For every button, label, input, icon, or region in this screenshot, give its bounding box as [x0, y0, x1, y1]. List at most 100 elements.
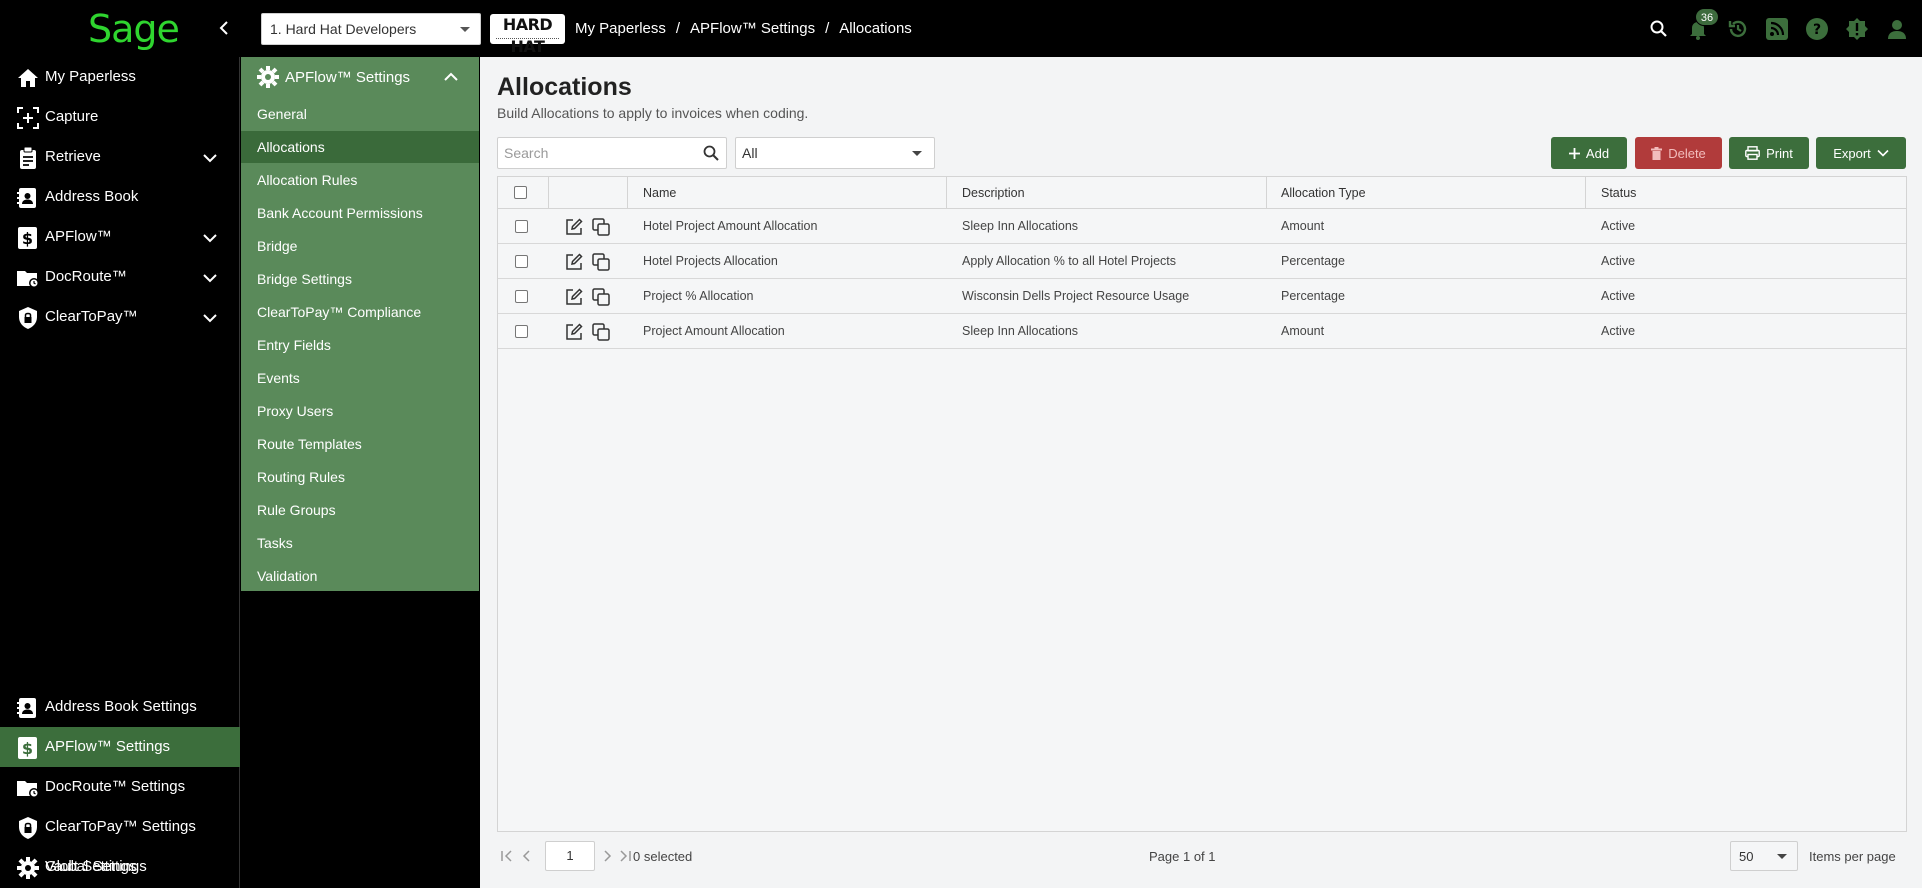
sidebar-item-label: Retrieve [45, 148, 101, 165]
gear-icon [16, 856, 40, 880]
sidebar-item-label: DocRoute™ [45, 268, 127, 285]
subnav-item-routing-rules[interactable]: Routing Rules [241, 461, 479, 493]
chevron-down-icon [1877, 149, 1889, 157]
export-button[interactable]: Export [1816, 137, 1906, 169]
last-page-icon[interactable] [617, 848, 633, 864]
sidebar-item-cleartopay[interactable]: ClearToPay™ [0, 297, 240, 337]
select-all-checkbox[interactable] [514, 186, 527, 199]
next-page-icon[interactable] [599, 848, 615, 864]
sidebar-item-cleartopay-settings[interactable]: ClearToPay™ Settings [0, 807, 240, 847]
rss-icon[interactable] [1765, 17, 1789, 41]
table-row[interactable]: Hotel Project Amount Allocation Sleep In… [498, 209, 1906, 244]
table-row[interactable]: Hotel Projects Allocation Apply Allocati… [498, 244, 1906, 279]
subnav-item-entry-fields[interactable]: Entry Fields [241, 329, 479, 361]
subnav-item-route-templates[interactable]: Route Templates [241, 428, 479, 460]
sidebar-item-retrieve[interactable]: Retrieve [0, 137, 240, 177]
sidebar-item-my-paperless[interactable]: My Paperless [0, 57, 240, 97]
cell-name: Project % Allocation [643, 289, 754, 303]
chevron-down-icon[interactable] [202, 150, 218, 166]
subnav-item-tasks[interactable]: Tasks [241, 527, 479, 559]
sidebar-item-label: DocRoute™ Settings [45, 778, 186, 795]
edit-icon[interactable] [564, 287, 584, 307]
subnav-item-rule-groups[interactable]: Rule Groups [241, 494, 479, 526]
column-header-description[interactable]: Description [962, 186, 1025, 200]
company-logo-text: HARD HAT [502, 15, 553, 56]
subnav-item-validation[interactable]: Validation [241, 560, 479, 592]
copy-icon[interactable] [591, 322, 611, 342]
help-icon[interactable]: ? [1805, 17, 1829, 41]
history-icon[interactable] [1726, 17, 1750, 41]
main-content: Allocations Build Allocations to apply t… [480, 57, 1922, 888]
subnav-item-proxy-users[interactable]: Proxy Users [241, 395, 479, 427]
add-button-label: Add [1585, 145, 1610, 161]
sage-logo[interactable]: Sage [88, 6, 180, 52]
copy-icon[interactable] [591, 252, 611, 272]
breadcrumb-apflow-settings[interactable]: APFlow™ Settings [690, 20, 815, 37]
status-filter-select[interactable]: All [735, 137, 935, 169]
edit-icon[interactable] [564, 252, 584, 272]
sidebar-item-global-settings[interactable]: Global Settings [0, 847, 240, 887]
table-row[interactable]: Project % Allocation Wisconsin Dells Pro… [498, 279, 1906, 314]
row-checkbox[interactable] [515, 290, 528, 303]
delete-button[interactable]: Delete [1635, 137, 1722, 169]
items-per-page-label: Items per page [1809, 849, 1896, 864]
first-page-icon[interactable] [499, 848, 515, 864]
cell-allocation-type: Percentage [1281, 289, 1345, 303]
prev-page-icon[interactable] [519, 848, 535, 864]
sidebar-item-label: ClearToPay™ Settings [45, 818, 196, 835]
search-placeholder: Search [504, 145, 549, 161]
chevron-up-icon[interactable] [443, 69, 459, 85]
collapse-sidebar-icon[interactable] [214, 18, 234, 38]
subnav-item-bank-account-permissions[interactable]: Bank Account Permissions [241, 197, 479, 229]
user-icon[interactable] [1885, 17, 1909, 41]
search-input[interactable]: Search [497, 137, 727, 169]
chevron-down-icon[interactable] [202, 270, 218, 286]
alert-icon[interactable] [1845, 17, 1869, 41]
items-per-page-select[interactable]: 50 [1730, 841, 1798, 871]
subnav-item-bridge[interactable]: Bridge [241, 230, 479, 262]
plus-icon [1568, 147, 1580, 159]
row-checkbox[interactable] [515, 325, 528, 338]
sidebar-item-address-book-settings[interactable]: Address Book Settings [0, 687, 240, 727]
subnav-item-allocations[interactable]: Allocations [241, 131, 479, 163]
column-header-allocation-type[interactable]: Allocation Type [1281, 186, 1366, 200]
sidebar-item-label: ClearToPay™ [45, 308, 138, 325]
chevron-down-icon[interactable] [202, 310, 218, 326]
address-book-icon [16, 696, 40, 720]
home-icon [16, 66, 40, 90]
sidebar-item-capture[interactable]: Capture [0, 97, 240, 137]
add-button[interactable]: Add [1551, 137, 1627, 169]
search-icon[interactable] [702, 144, 720, 162]
address-book-icon [16, 186, 40, 210]
chevron-down-icon[interactable] [202, 230, 218, 246]
column-header-status[interactable]: Status [1601, 186, 1636, 200]
page-number-input[interactable]: 1 [545, 841, 595, 871]
copy-icon[interactable] [591, 287, 611, 307]
cell-name: Project Amount Allocation [643, 324, 785, 338]
row-checkbox[interactable] [515, 220, 528, 233]
sidebar-item-apflow-settings[interactable]: $ APFlow™ Settings [0, 727, 240, 767]
table-header: Name Description Allocation Type Status [498, 177, 1906, 209]
sidebar-item-apflow[interactable]: $ APFlow™ [0, 217, 240, 257]
subnav-item-bridge-settings[interactable]: Bridge Settings [241, 263, 479, 295]
column-header-name[interactable]: Name [643, 186, 676, 200]
subnav-item-cleartopay-compliance[interactable]: ClearToPay™ Compliance [241, 296, 479, 328]
sidebar-item-docroute-settings[interactable]: DocRoute™ Settings [0, 767, 240, 807]
subnav-item-events[interactable]: Events [241, 362, 479, 394]
table-row[interactable]: Project Amount Allocation Sleep Inn Allo… [498, 314, 1906, 349]
sidebar-item-docroute[interactable]: DocRoute™ [0, 257, 240, 297]
sidebar-item-address-book[interactable]: Address Book [0, 177, 240, 217]
export-button-label: Export [1833, 145, 1871, 161]
edit-icon[interactable] [564, 322, 584, 342]
folder-icon [16, 266, 40, 290]
edit-icon[interactable] [564, 217, 584, 237]
print-button[interactable]: Print [1729, 137, 1809, 169]
subnav-header[interactable]: APFlow™ Settings [241, 57, 479, 97]
subnav-item-allocation-rules[interactable]: Allocation Rules [241, 164, 479, 196]
search-icon[interactable] [1647, 17, 1671, 41]
copy-icon[interactable] [591, 217, 611, 237]
row-checkbox[interactable] [515, 255, 528, 268]
subnav-item-general[interactable]: General [241, 98, 479, 130]
breadcrumb-my-paperless[interactable]: My Paperless [575, 20, 666, 37]
company-select[interactable]: 1. Hard Hat Developers [261, 13, 481, 45]
